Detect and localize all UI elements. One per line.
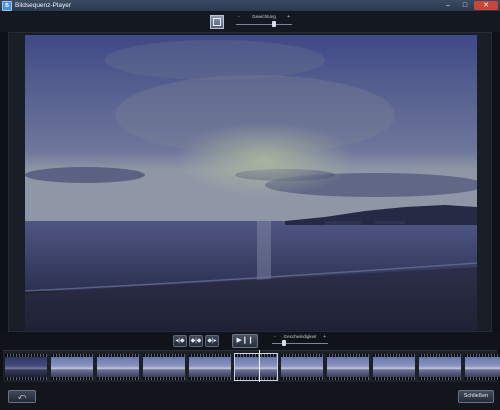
film-perforation [97, 377, 139, 380]
layers-icon[interactable] [210, 15, 224, 29]
weighting-label: Gewichtung [252, 14, 276, 19]
film-perforation [189, 377, 231, 380]
app-icon: B [2, 1, 12, 11]
top-toolbar: Gewichtung - + [0, 12, 500, 32]
filmstrip-frame[interactable] [51, 354, 93, 380]
speed-plus: + [323, 334, 326, 340]
play-pause-button[interactable]: ▶❙❙ [232, 334, 258, 348]
filmstrip-frame[interactable] [327, 354, 369, 380]
step-middle-button[interactable]: ◆|◆ [189, 335, 203, 347]
play-pause-icon: ▶❙❙ [236, 337, 254, 344]
filmstrip-frame[interactable] [281, 354, 323, 380]
frame-thumbnail [281, 357, 323, 377]
weighting-minus: - [238, 14, 240, 20]
film-perforation [281, 377, 323, 380]
back-button[interactable]: ⤺ [8, 390, 36, 403]
film-perforation [143, 377, 185, 380]
film-perforation [5, 377, 47, 380]
film-perforation [373, 377, 415, 380]
weighting-thumb[interactable] [272, 21, 276, 27]
frame-thumbnail [419, 357, 461, 377]
filmstrip-frame[interactable] [97, 354, 139, 380]
film-perforation [419, 377, 461, 380]
film-perforation [465, 377, 500, 380]
bottom-bar: ⤺ Schließen [0, 382, 500, 410]
close-window-button[interactable]: ✕ [474, 1, 498, 10]
step-forward-button[interactable]: ◆|▸ [205, 335, 219, 347]
frame-thumbnail [143, 357, 185, 377]
weighting-track [236, 24, 292, 25]
filmstrip-frame[interactable] [5, 354, 47, 380]
minimize-button[interactable]: – [440, 1, 456, 10]
viewer-stage [8, 32, 492, 332]
filmstrip-frame[interactable] [373, 354, 415, 380]
film-perforation [235, 377, 277, 380]
speed-minus: - [274, 334, 276, 340]
window-title: Bildsequenz-Player [15, 2, 72, 9]
filmstrip-frame[interactable] [143, 354, 185, 380]
frame-thumbnail [5, 357, 47, 377]
speed-thumb[interactable] [282, 340, 286, 346]
playhead-marker[interactable] [259, 350, 260, 382]
film-perforation [51, 377, 93, 380]
weighting-slider[interactable]: Gewichtung - + [236, 14, 292, 30]
maximize-button[interactable]: □ [457, 1, 473, 10]
undo-icon: ⤺ [17, 392, 27, 401]
frame-thumbnail [373, 357, 415, 377]
frame-thumbnail [327, 357, 369, 377]
speed-label: Geschwindigkeit [283, 334, 317, 339]
frame-thumbnail [235, 357, 277, 377]
filmstrip-frame[interactable] [234, 353, 278, 381]
filmstrip-frame[interactable] [189, 354, 231, 380]
step-back-button[interactable]: ◂|◆ [173, 335, 187, 347]
film-perforation [327, 377, 369, 380]
speed-slider[interactable]: Geschwindigkeit - + [272, 334, 328, 348]
sequence-image [25, 35, 477, 331]
title-bar: B Bildsequenz-Player – □ ✕ [0, 0, 500, 12]
frame-thumbnail [51, 357, 93, 377]
weighting-plus: + [287, 14, 290, 20]
filmstrip-frame[interactable] [465, 354, 500, 380]
filmstrip [3, 350, 500, 382]
playback-controls: ◂|◆ ◆|◆ ◆|▸ ▶❙❙ Geschwindigkeit - + [0, 332, 500, 350]
frame-thumbnail [465, 357, 500, 377]
close-button[interactable]: Schließen [458, 390, 494, 403]
frame-thumbnail [189, 357, 231, 377]
frame-thumbnail [97, 357, 139, 377]
filmstrip-frame[interactable] [419, 354, 461, 380]
speed-track [272, 343, 328, 344]
